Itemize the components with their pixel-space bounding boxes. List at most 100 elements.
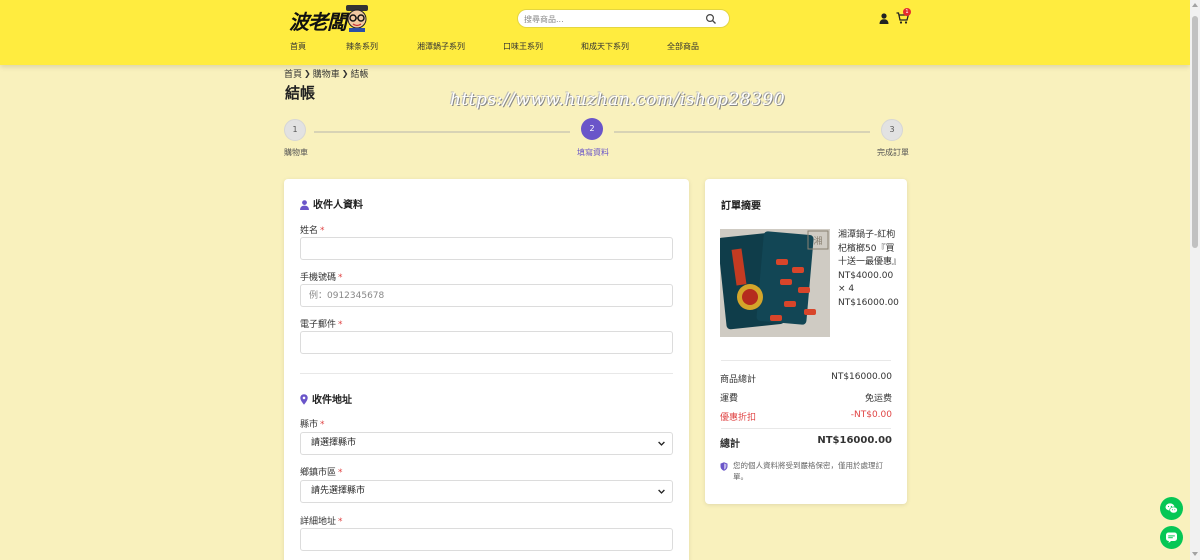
goods-total-row: 商品總計 NT$16000.00 — [720, 372, 892, 385]
shield-icon — [720, 462, 728, 471]
page-scrollbar[interactable] — [1190, 0, 1200, 560]
cart-count-badge: 1 — [903, 8, 911, 16]
search-bar[interactable] — [517, 9, 730, 28]
logo-text: 波老闆 — [289, 10, 347, 34]
required-mark: * — [338, 320, 343, 330]
summary-title: 訂單摘要 — [721, 201, 761, 212]
address-section-title: 收件地址 — [300, 391, 352, 406]
name-label: 姓名 * — [300, 223, 325, 236]
step-3-circle: 3 — [881, 119, 903, 141]
recipient-section-title: 收件人資料 — [300, 196, 363, 211]
phone-label: 手機號碼 * — [300, 270, 343, 283]
watermark-text: https://www.huzhan.com/ishop28390 — [450, 90, 786, 110]
line-button[interactable] — [1160, 526, 1183, 549]
page-title: 結帳 — [285, 84, 316, 102]
detail-address-label-text: 詳細地址 — [300, 517, 337, 527]
product-image: 湘 — [720, 229, 830, 337]
required-mark: * — [320, 226, 325, 236]
wechat-button[interactable] — [1160, 497, 1183, 520]
step-connector — [614, 131, 870, 133]
nav-item-home[interactable]: 首頁 — [290, 41, 306, 52]
scroll-down-arrow[interactable] — [1192, 552, 1198, 556]
required-mark: * — [338, 468, 343, 478]
discount-value: -NT$0.00 — [850, 410, 892, 420]
name-field[interactable] — [300, 237, 673, 260]
step-3-label: 完成訂單 — [877, 148, 909, 157]
scroll-thumb[interactable] — [1192, 16, 1198, 248]
section-divider — [300, 373, 673, 374]
chevron-down-icon — [658, 441, 665, 446]
chevron-right-icon: ❯ — [341, 69, 349, 78]
step-1-label: 購物車 — [284, 148, 308, 157]
location-pin-icon — [300, 394, 308, 405]
breadcrumb-current: 結帳 — [350, 70, 369, 80]
city-select[interactable]: 請選擇縣市 — [300, 432, 673, 455]
district-label-text: 鄉鎮市區 — [300, 468, 337, 478]
phone-label-text: 手機號碼 — [300, 273, 337, 283]
summary-divider — [721, 428, 891, 429]
line-icon — [1166, 532, 1177, 543]
required-mark: * — [320, 420, 325, 430]
product-photo: 湘 — [720, 229, 830, 337]
district-select[interactable]: 請先選擇縣市 — [300, 480, 673, 503]
breadcrumb: 首頁 ❯ 購物車 ❯ 結帳 — [284, 67, 368, 80]
detail-address-field[interactable] — [300, 528, 673, 551]
person-icon — [300, 200, 309, 210]
main-nav: 首頁 辣条系列 湘潭鍋子系列 口味王系列 和成天下系列 全部商品 — [0, 41, 1190, 53]
shipping-value: 免运费 — [864, 394, 892, 404]
order-summary-card: 訂單摘要 湘 湘潭鍋子-紅枸杞檳榔50『買十送一最優惠』 NT$4000.00 — [705, 179, 907, 504]
district-label: 鄉鎮市區 * — [300, 465, 343, 478]
required-mark: * — [338, 273, 343, 283]
site-header: 波老闆 1 首頁 辣条系列 湘潭鍋子系列 口味王系列 和成天下系列 — [0, 0, 1190, 65]
nav-item-hechengtianxia[interactable]: 和成天下系列 — [581, 41, 629, 52]
goods-total-label: 商品總計 — [720, 375, 757, 385]
privacy-note-text: 您的個人資料將受到嚴格保密，僅用於處理訂單。 — [733, 461, 883, 481]
email-label-text: 電子郵件 — [300, 320, 337, 330]
detail-address-label: 詳細地址 * — [300, 514, 343, 527]
email-label: 電子郵件 * — [300, 317, 343, 330]
order-item-name: 湘潭鍋子-紅枸杞檳榔50『買十送一最優惠』 — [838, 230, 902, 267]
city-label-text: 縣市 — [300, 420, 319, 430]
name-label-text: 姓名 — [300, 226, 319, 236]
nav-item-spicy-strips[interactable]: 辣条系列 — [346, 41, 378, 52]
order-item-price: NT$4000.00 — [838, 270, 894, 281]
phone-field[interactable] — [300, 284, 673, 307]
nav-item-kouweiwang[interactable]: 口味王系列 — [503, 41, 543, 52]
discount-row: 優惠折扣 -NT$0.00 — [720, 410, 892, 423]
shipping-row: 運費 免运费 — [720, 391, 892, 404]
required-mark: * — [338, 517, 343, 527]
logo[interactable]: 波老闆 — [289, 4, 371, 34]
search-icon[interactable] — [705, 13, 717, 25]
breadcrumb-home[interactable]: 首頁 — [284, 67, 302, 80]
breadcrumb-cart[interactable]: 購物車 — [313, 67, 340, 80]
city-label: 縣市 * — [300, 417, 325, 430]
order-item-qty: × 4 — [838, 284, 855, 294]
logo-mascot-icon — [346, 5, 368, 32]
nav-item-all-products[interactable]: 全部商品 — [667, 41, 699, 52]
order-item-subtotal: NT$16000.00 — [838, 297, 899, 308]
grand-total-label: 總計 — [720, 439, 740, 450]
grand-total-row: 總計 NT$16000.00 — [720, 435, 892, 450]
goods-total-value: NT$16000.00 — [831, 372, 892, 382]
svg-text:湘: 湘 — [813, 235, 822, 247]
search-input[interactable] — [524, 11, 704, 27]
privacy-note: 您的個人資料將受到嚴格保密，僅用於處理訂單。 — [720, 460, 892, 482]
scroll-up-arrow[interactable] — [1192, 3, 1198, 7]
chevron-right-icon: ❯ — [304, 69, 311, 78]
recipient-title-text: 收件人資料 — [313, 200, 363, 211]
email-field[interactable] — [300, 331, 673, 354]
user-icon[interactable] — [879, 13, 889, 24]
checkout-form-card: 收件人資料 姓名* 手機號碼* 電子郵件* 收件地址 縣市* 請選擇縣市 鄉鎮市… — [284, 179, 689, 560]
district-select-value: 請先選擇縣市 — [311, 486, 366, 496]
grand-total-value: NT$16000.00 — [817, 435, 892, 446]
discount-label: 優惠折扣 — [720, 413, 757, 423]
order-item-info: 湘潭鍋子-紅枸杞檳榔50『買十送一最優惠』 NT$4000.00 × 4 NT$… — [838, 229, 902, 310]
step-1-circle: 1 — [284, 119, 306, 141]
chevron-down-icon — [658, 489, 665, 494]
city-select-value: 請選擇縣市 — [311, 438, 357, 448]
step-2-circle: 2 — [581, 118, 603, 140]
step-2-label: 填寫資料 — [577, 148, 609, 157]
nav-item-xiangtan[interactable]: 湘潭鍋子系列 — [417, 41, 465, 52]
address-title-text: 收件地址 — [312, 395, 352, 406]
shipping-label: 運費 — [720, 394, 739, 404]
